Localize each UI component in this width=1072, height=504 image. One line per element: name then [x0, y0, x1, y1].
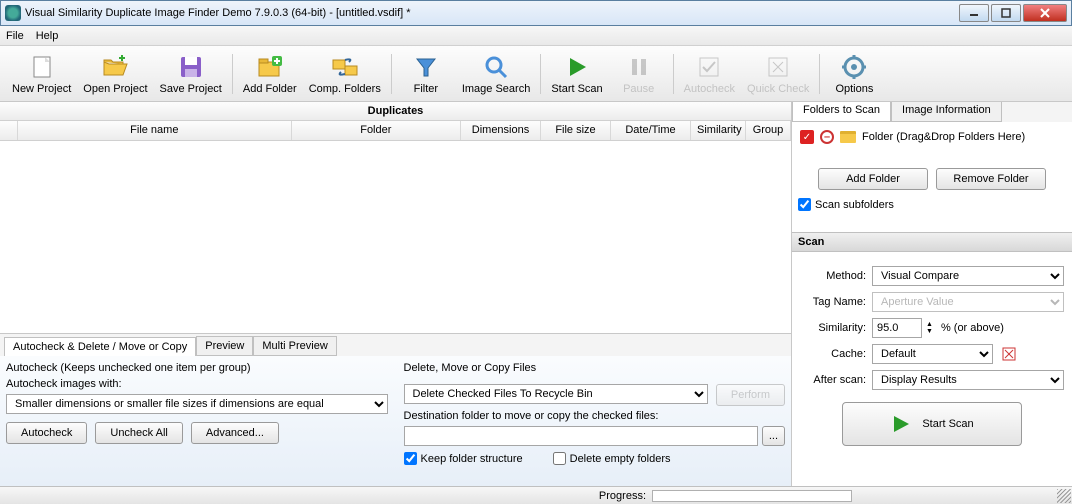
minimize-button[interactable]	[959, 4, 989, 22]
search-icon	[482, 53, 510, 81]
exclude-icon[interactable]: –	[820, 130, 834, 144]
open-folder-icon	[101, 53, 129, 81]
delmove-action-select[interactable]: Delete Checked Files To Recycle Bin	[404, 384, 708, 404]
menu-file[interactable]: File	[6, 30, 24, 42]
start-scan-big-button[interactable]: Start Scan	[842, 402, 1022, 446]
after-scan-label: After scan:	[800, 374, 866, 386]
save-icon	[177, 53, 205, 81]
menu-help[interactable]: Help	[36, 30, 59, 42]
column-check[interactable]	[0, 121, 18, 140]
new-project-button[interactable]: New Project	[6, 48, 77, 100]
resize-grip[interactable]	[1057, 489, 1071, 503]
new-project-icon	[28, 53, 56, 81]
keep-structure-checkbox[interactable]: Keep folder structure	[404, 452, 523, 465]
play-icon	[890, 413, 912, 435]
delmove-title: Delete, Move or Copy Files	[404, 362, 786, 374]
column-dimensions[interactable]: Dimensions	[461, 121, 541, 140]
perform-button[interactable]: Perform	[716, 384, 785, 406]
cache-label: Cache:	[800, 348, 866, 360]
status-bar: Progress:	[0, 486, 1072, 504]
tab-folders-to-scan[interactable]: Folders to Scan	[792, 102, 891, 122]
folder-placeholder-text: Folder (Drag&Drop Folders Here)	[862, 131, 1025, 143]
include-check-icon[interactable]: ✓	[800, 130, 814, 144]
pause-button[interactable]: Pause	[609, 48, 669, 100]
options-button[interactable]: Options	[824, 48, 884, 100]
column-datetime[interactable]: Date/Time	[611, 121, 691, 140]
progress-track	[652, 490, 852, 502]
start-scan-button[interactable]: Start Scan	[545, 48, 608, 100]
add-folder-panel-button[interactable]: Add Folder	[818, 168, 928, 190]
add-folder-icon	[256, 53, 284, 81]
similarity-suffix: % (or above)	[941, 322, 1004, 334]
duplicates-header: Duplicates	[0, 102, 791, 121]
folder-list-item[interactable]: ✓ – Folder (Drag&Drop Folders Here)	[798, 128, 1066, 146]
browse-button[interactable]: ...	[762, 426, 785, 446]
comp-folders-button[interactable]: Comp. Folders	[303, 48, 387, 100]
tab-image-information[interactable]: Image Information	[891, 102, 1002, 122]
save-project-button[interactable]: Save Project	[154, 48, 228, 100]
autocheck-icon	[695, 53, 723, 81]
compare-folders-icon	[331, 53, 359, 81]
similarity-label: Similarity:	[800, 322, 866, 334]
scan-section-header: Scan	[792, 232, 1072, 252]
delete-empty-checkbox[interactable]: Delete empty folders	[553, 452, 671, 465]
app-icon	[5, 5, 21, 21]
column-group[interactable]: Group	[746, 121, 791, 140]
window-title: Visual Similarity Duplicate Image Finder…	[25, 7, 959, 19]
filter-icon	[412, 53, 440, 81]
window-titlebar: Visual Similarity Duplicate Image Finder…	[0, 0, 1072, 26]
image-search-button[interactable]: Image Search	[456, 48, 536, 100]
menu-bar: File Help	[0, 26, 1072, 46]
dest-label: Destination folder to move or copy the c…	[404, 410, 786, 422]
cache-select[interactable]: Default	[872, 344, 993, 364]
dest-folder-input[interactable]	[404, 426, 758, 446]
open-project-button[interactable]: Open Project	[77, 48, 153, 100]
tab-autocheck[interactable]: Autocheck & Delete / Move or Copy	[4, 337, 196, 356]
autocheck-desc: Autocheck (Keeps unchecked one item per …	[6, 362, 388, 374]
close-button[interactable]	[1023, 4, 1067, 22]
duplicates-table-body[interactable]	[0, 141, 791, 333]
progress-label: Progress:	[599, 490, 646, 502]
autocheck-button[interactable]: Autocheck	[678, 48, 741, 100]
autocheck-with-label: Autocheck images with:	[6, 378, 388, 390]
advanced-button[interactable]: Advanced...	[191, 422, 279, 444]
autocheck-criterion-select[interactable]: Smaller dimensions or smaller file sizes…	[6, 394, 388, 414]
after-scan-select[interactable]: Display Results	[872, 370, 1064, 390]
quick-check-icon	[764, 53, 792, 81]
column-similarity[interactable]: Similarity	[691, 121, 746, 140]
tab-preview[interactable]: Preview	[196, 336, 253, 356]
folder-icon	[840, 131, 856, 143]
tab-multi-preview[interactable]: Multi Preview	[253, 336, 336, 356]
quick-check-button[interactable]: Quick Check	[741, 48, 815, 100]
autocheck-run-button[interactable]: Autocheck	[6, 422, 87, 444]
toolbar: New Project Open Project Save Project Ad…	[0, 46, 1072, 102]
add-folder-button[interactable]: Add Folder	[237, 48, 303, 100]
pause-icon	[625, 53, 653, 81]
uncheck-all-button[interactable]: Uncheck All	[95, 422, 182, 444]
filter-button[interactable]: Filter	[396, 48, 456, 100]
method-select[interactable]: Visual Compare	[872, 266, 1064, 286]
similarity-input[interactable]	[872, 318, 922, 338]
column-filesize[interactable]: File size	[541, 121, 611, 140]
column-folder[interactable]: Folder	[292, 121, 461, 140]
tag-select: Aperture Value	[872, 292, 1064, 312]
play-icon	[563, 53, 591, 81]
remove-folder-button[interactable]: Remove Folder	[936, 168, 1046, 190]
gear-icon	[840, 53, 868, 81]
clear-cache-icon[interactable]	[1001, 346, 1017, 362]
scan-subfolders-checkbox[interactable]: Scan subfolders	[798, 198, 894, 211]
method-label: Method:	[800, 270, 866, 282]
table-header-row: File name Folder Dimensions File size Da…	[0, 121, 791, 141]
tag-label: Tag Name:	[800, 296, 866, 308]
maximize-button[interactable]	[991, 4, 1021, 22]
column-filename[interactable]: File name	[18, 121, 292, 140]
